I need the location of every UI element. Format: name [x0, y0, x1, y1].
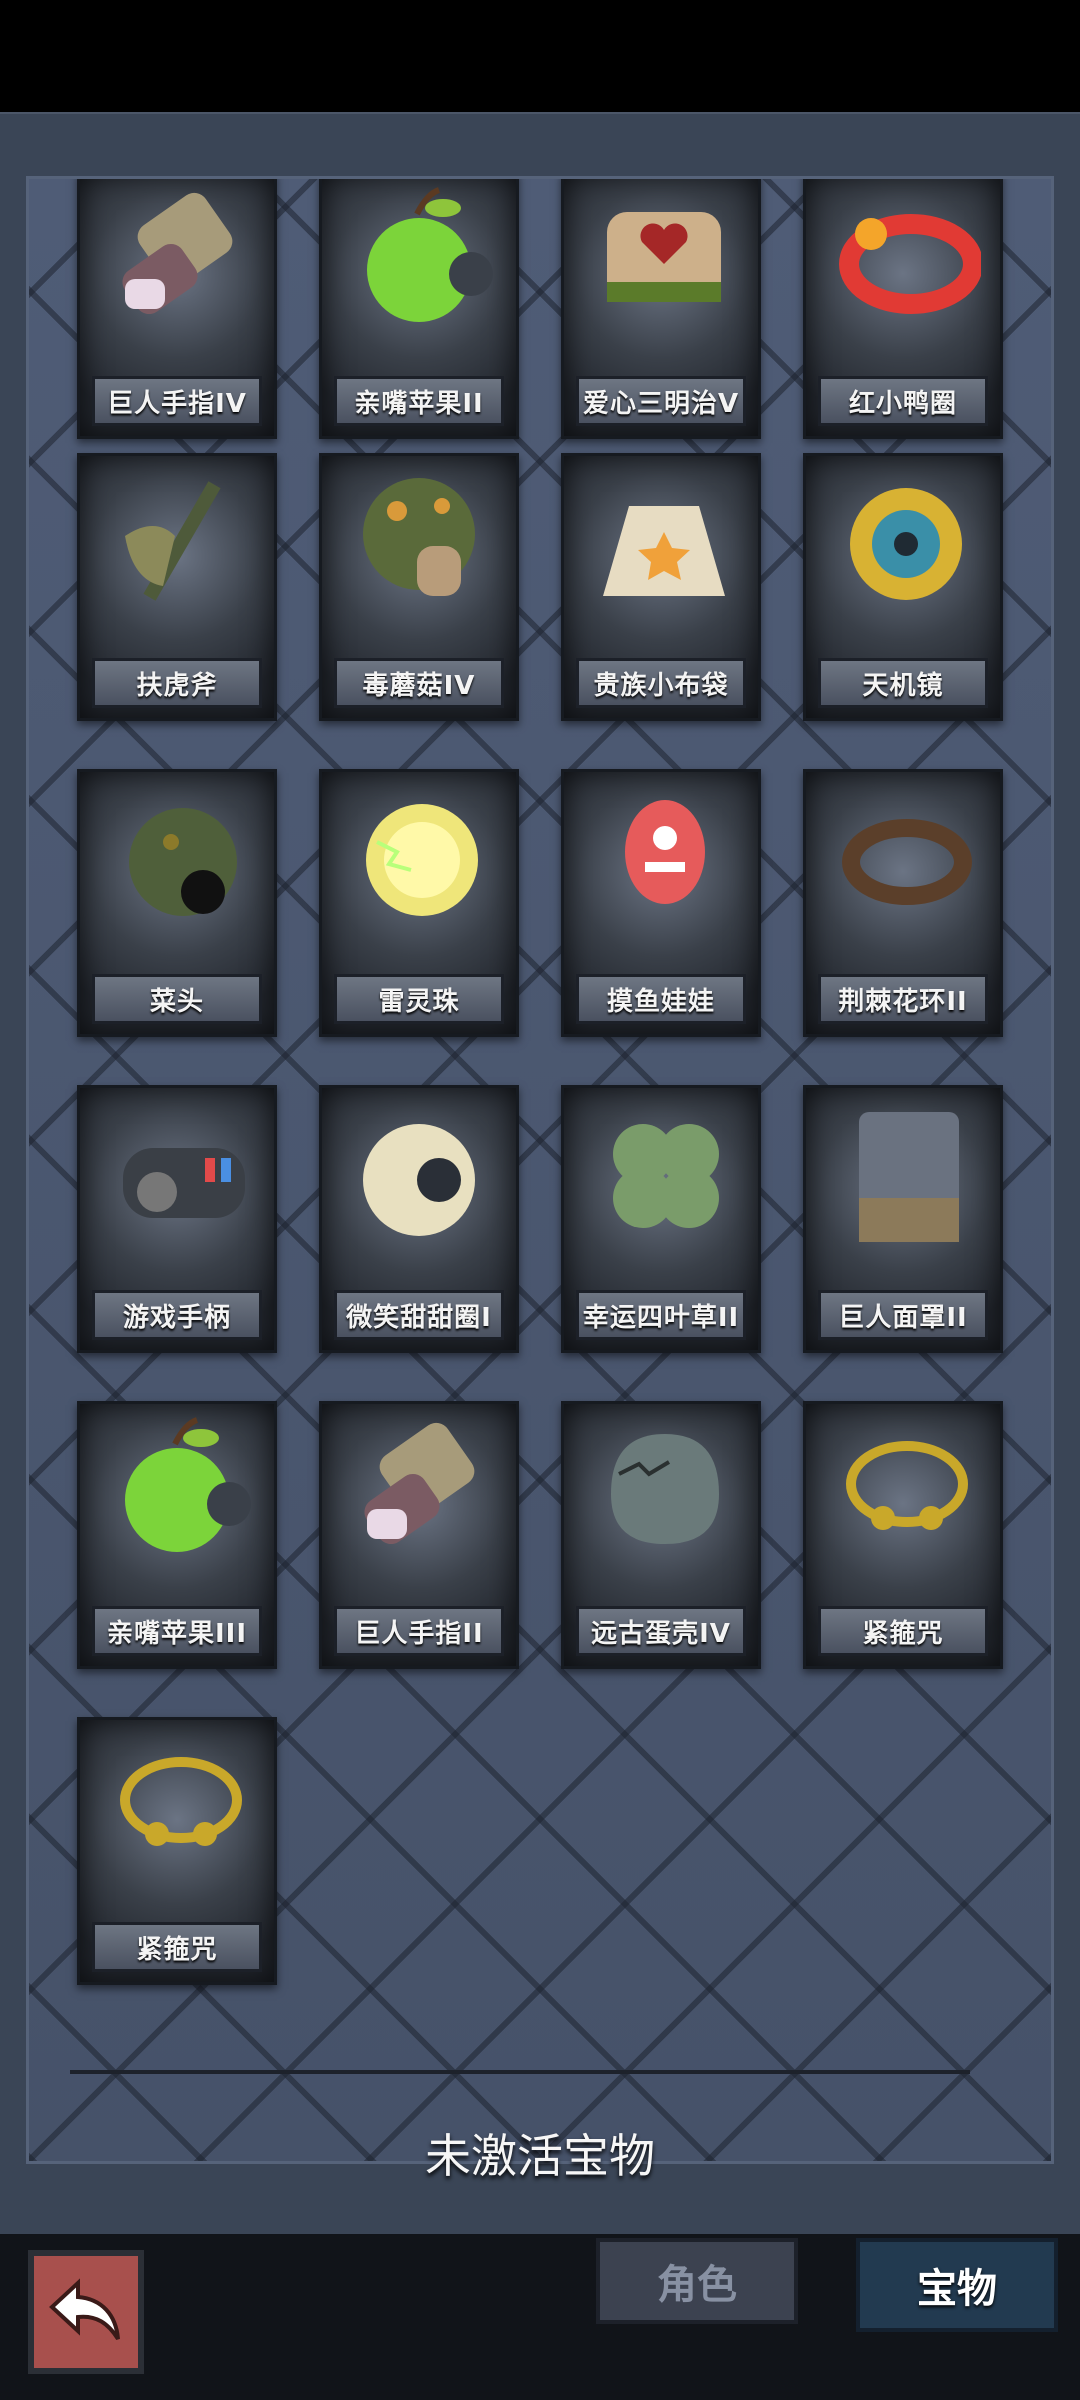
ancient-eggshell-icon: [611, 1434, 719, 1544]
treasure-name: 爱心三明治V: [576, 376, 746, 426]
treasure-name: 亲嘴苹果III: [92, 1606, 262, 1656]
golden-headband-icon: [120, 1757, 242, 1846]
treasure-card[interactable]: 天机镜: [803, 453, 1003, 721]
gamepad-icon: [123, 1148, 245, 1218]
treasure-card[interactable]: 幸运四叶草II: [561, 1085, 761, 1353]
treasure-name: 游戏手柄: [92, 1290, 262, 1340]
treasure-name: 巨人面罩II: [818, 1290, 988, 1340]
treasure-card[interactable]: 远古蛋壳IV: [561, 1401, 761, 1669]
treasure-name: 摸鱼娃娃: [576, 974, 746, 1024]
inactive-treasures-title: 未激活宝物: [425, 2129, 655, 2183]
treasure-name: 毒蘑菇IV: [334, 658, 504, 708]
treasure-name: 紧箍咒: [818, 1606, 988, 1656]
axe-icon: [125, 481, 221, 601]
treasure-name: 扶虎斧: [92, 658, 262, 708]
treasure-card[interactable]: 紧箍咒: [77, 1717, 277, 1985]
treasure-card[interactable]: 毒蘑菇IV: [319, 453, 519, 721]
thunder-orb-icon: [366, 804, 478, 916]
treasure-card[interactable]: 贵族小布袋: [561, 453, 761, 721]
heart-sandwich-icon: [607, 212, 721, 302]
pink-doll-icon: [625, 800, 705, 904]
tab-role[interactable]: 角色: [596, 2238, 798, 2324]
treasure-name: 红小鸭圈: [818, 376, 988, 426]
treasure-name: 远古蛋壳IV: [576, 1606, 746, 1656]
giant-finger-icon: [364, 1422, 475, 1545]
treasure-name: 菜头: [92, 974, 262, 1024]
giant-finger-icon: [122, 192, 233, 315]
treasure-card[interactable]: 雷灵珠: [319, 769, 519, 1037]
treasure-card[interactable]: 紧箍咒: [803, 1401, 1003, 1669]
treasure-name: 巨人手指II: [334, 1606, 504, 1656]
spiky-head-icon: [129, 808, 237, 916]
treasure-card[interactable]: 亲嘴苹果II: [319, 179, 519, 439]
bagua-mirror-icon: [850, 488, 962, 600]
treasure-card[interactable]: 巨人手指II: [319, 1401, 519, 1669]
treasure-card[interactable]: 红小鸭圈: [803, 179, 1003, 439]
treasure-name: 巨人手指IV: [92, 376, 262, 426]
golden-headband-icon: [846, 1441, 968, 1530]
treasure-name: 天机镜: [818, 658, 988, 708]
treasure-card[interactable]: 巨人手指IV: [77, 179, 277, 439]
treasure-name: 微笑甜甜圈I: [334, 1290, 504, 1340]
treasure-card[interactable]: 微笑甜甜圈I: [319, 1085, 519, 1353]
treasure-card[interactable]: 游戏手柄: [77, 1085, 277, 1353]
treasure-name: 荆棘花环II: [818, 974, 988, 1024]
tab-treasure[interactable]: 宝物: [856, 2238, 1058, 2332]
treasure-card[interactable]: 亲嘴苹果III: [77, 1401, 277, 1669]
treasure-name: 贵族小布袋: [576, 658, 746, 708]
treasure-grid: 巨人手指IV 亲嘴苹果II 爱心三明治V 红小鸭圈扶虎斧 毒蘑菇IV 贵族小布袋 天机镜菜头…: [29, 179, 1051, 2161]
treasure-panel[interactable]: 巨人手指IV 亲嘴苹果II 爱心三明治V 红小鸭圈扶虎斧 毒蘑菇IV 贵族小布袋 天机镜菜头…: [26, 176, 1054, 2164]
smile-donut-icon: [363, 1124, 475, 1236]
treasure-name: 亲嘴苹果II: [334, 376, 504, 426]
treasure-name: 雷灵珠: [334, 974, 504, 1024]
treasure-card[interactable]: 菜头: [77, 769, 277, 1037]
red-duck-float-icon: [839, 214, 981, 314]
treasure-card[interactable]: 荆棘花环II: [803, 769, 1003, 1037]
cloth-bag-icon: [603, 506, 725, 596]
treasure-name: 幸运四叶草II: [576, 1290, 746, 1340]
giant-mask-icon: [859, 1112, 959, 1242]
back-arrow-icon: [49, 2278, 120, 2341]
treasure-card[interactable]: 爱心三明治V: [561, 179, 761, 439]
treasure-name: 紧箍咒: [92, 1922, 262, 1972]
status-bar-area: [0, 0, 1080, 112]
treasure-card[interactable]: 摸鱼娃娃: [561, 769, 761, 1037]
section-divider: [70, 2070, 970, 2074]
thorn-wreath-icon: [842, 819, 972, 905]
bitten-apple-icon: [367, 187, 493, 322]
four-leaf-clover-icon: [613, 1124, 719, 1228]
treasure-card[interactable]: 扶虎斧: [77, 453, 277, 721]
back-button[interactable]: [28, 2250, 144, 2374]
bitten-apple-icon: [125, 1417, 251, 1552]
poison-mushroom-icon: [363, 478, 475, 596]
treasure-card[interactable]: 巨人面罩II: [803, 1085, 1003, 1353]
